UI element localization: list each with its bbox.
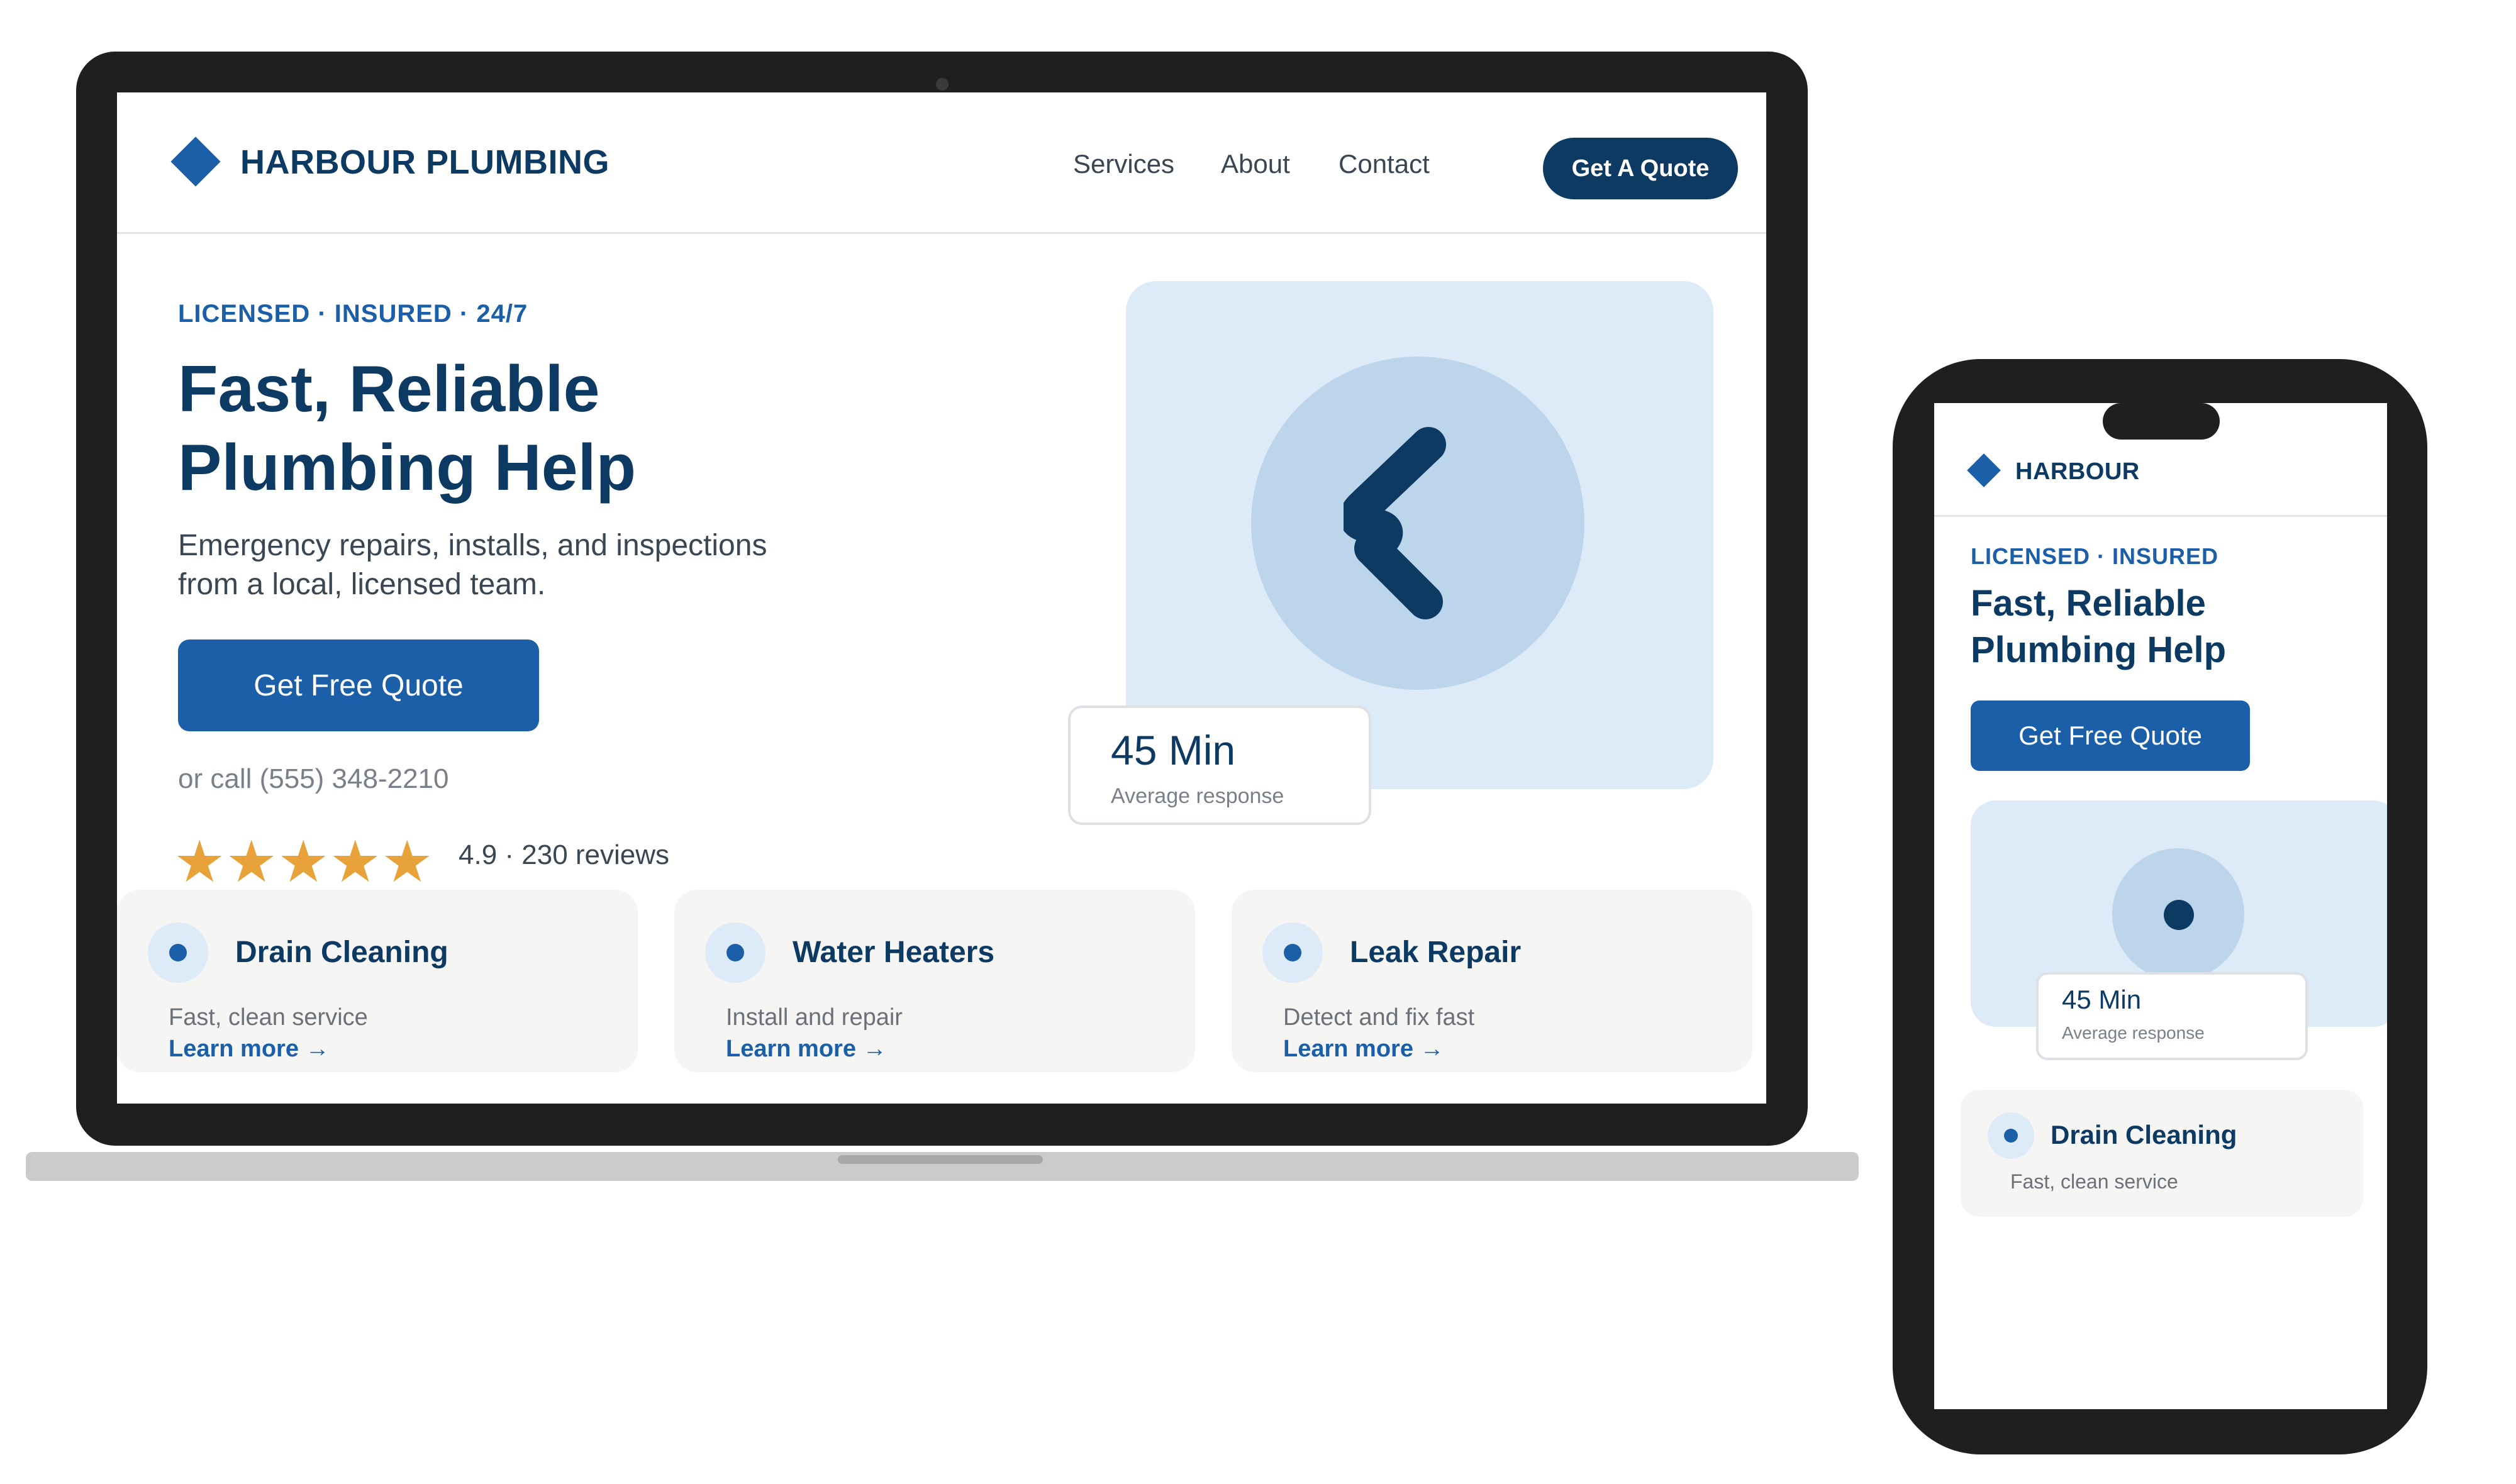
hero-eyebrow: LICENSED · INSURED · 24/7 [178, 300, 528, 328]
laptop-screen: HARBOUR PLUMBING Services About Contact … [117, 92, 1766, 1104]
learn-more-link[interactable]: Learn more → [726, 1036, 887, 1063]
dot-icon [2164, 900, 2194, 930]
service-description: Fast, clean service [2010, 1170, 2178, 1193]
service-title: Water Heaters [793, 936, 995, 969]
get-free-quote-button[interactable]: Get Free Quote [178, 640, 539, 731]
service-dot-icon [148, 922, 208, 983]
get-a-quote-button[interactable]: Get A Quote [1543, 138, 1738, 199]
stat-label: Average response [2062, 1023, 2205, 1043]
diamond-icon[interactable] [1967, 453, 2001, 487]
rating-text: 4.9 · 230 reviews [459, 839, 670, 870]
laptop-base-notch [838, 1155, 1043, 1164]
hero-title-line-1: Fast, Reliable [1971, 583, 2206, 624]
laptop-camera [936, 78, 949, 91]
hero-title-line-1: Fast, Reliable [178, 353, 600, 426]
nav-about[interactable]: About [1221, 149, 1290, 179]
service-description: Install and repair [726, 1004, 903, 1031]
star-icon: ★ [329, 830, 381, 894]
star-icon: ★ [277, 830, 330, 894]
brand-name[interactable]: HARBOUR [2015, 458, 2140, 485]
star-icon: ★ [225, 830, 277, 894]
hero-subtitle-line-1: Emergency repairs, installs, and inspect… [178, 529, 767, 562]
stat-value: 45 Min [2062, 985, 2142, 1014]
hero-title-line-2: Plumbing Help [1971, 629, 2226, 670]
get-free-quote-button[interactable]: Get Free Quote [1971, 700, 2250, 771]
service-title: Drain Cleaning [2051, 1120, 2237, 1149]
service-description: Fast, clean service [169, 1004, 368, 1031]
learn-more-link[interactable]: Learn more → [1283, 1036, 1444, 1063]
call-phone-link[interactable]: or call (555) 348-2210 [178, 763, 448, 795]
star-icon: ★ [381, 830, 433, 894]
phone-screen: HARBOUR LICENSED · INSURED Fast, Reliabl… [1934, 403, 2387, 1409]
chevron-left-icon [1344, 427, 1446, 619]
stat-label: Average response [1111, 784, 1284, 808]
learn-more-link[interactable]: Learn more → [169, 1036, 330, 1063]
service-title: Drain Cleaning [235, 936, 448, 969]
header-divider [1934, 515, 2387, 517]
rating-stars: ★★★★★ [174, 833, 438, 896]
star-icon: ★ [174, 830, 226, 894]
phone-notch [2103, 403, 2220, 440]
stat-value: 45 Min [1111, 727, 1236, 773]
service-dot-icon [1262, 922, 1323, 983]
nav-contact[interactable]: Contact [1339, 149, 1430, 179]
nav-services[interactable]: Services [1073, 149, 1174, 179]
service-dot-icon [705, 922, 765, 983]
hero-subtitle-line-2: from a local, licensed team. [178, 568, 546, 601]
service-dot-icon [1988, 1112, 2034, 1159]
hero-title-line-2: Plumbing Help [178, 431, 636, 504]
hero-eyebrow: LICENSED · INSURED [1971, 543, 2219, 569]
service-title: Leak Repair [1350, 936, 1522, 969]
service-description: Detect and fix fast [1283, 1004, 1475, 1031]
brand-name[interactable]: HARBOUR PLUMBING [240, 143, 610, 182]
